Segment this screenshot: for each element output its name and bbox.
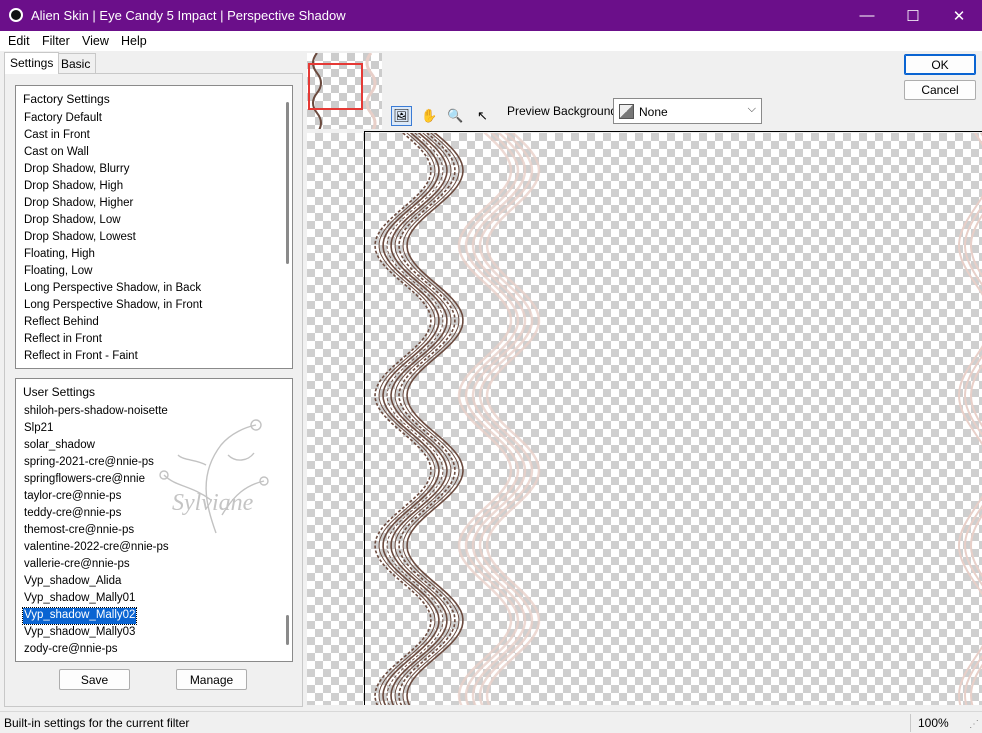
tab-basic[interactable]: Basic — [55, 53, 97, 74]
watermark-logo: Sylviane — [159, 419, 269, 534]
menu-bar: Edit Filter View Help — [0, 31, 982, 51]
navigator-viewport-box[interactable] — [308, 63, 363, 110]
factory-setting-list-item[interactable]: Drop Shadow, Lowest — [23, 230, 137, 246]
title-bar: Alien Skin | Eye Candy 5 Impact | Perspe… — [0, 0, 982, 31]
factory-setting-list-item[interactable]: Reflect in Front — [23, 332, 103, 348]
factory-setting-list-item[interactable]: Long Perspective Shadow, in Front — [23, 298, 203, 314]
zoom-icon: 🔍 — [447, 108, 464, 123]
factory-setting-list-item[interactable]: Reflect Behind — [23, 315, 100, 331]
settings-panel: Factory Settings Factory Default Cast in … — [4, 73, 303, 707]
menu-view[interactable]: View — [82, 34, 109, 48]
factory-setting-list-item[interactable]: Drop Shadow, Blurry — [23, 162, 130, 178]
cancel-button[interactable]: Cancel — [904, 80, 976, 100]
ok-button[interactable]: OK — [904, 54, 976, 75]
menu-edit[interactable]: Edit — [8, 34, 30, 48]
factory-setting-list-item[interactable]: Cast in Front — [23, 128, 91, 144]
factory-setting-list-item[interactable]: Long Perspective Shadow, in Back — [23, 281, 202, 297]
factory-setting-list-item[interactable]: Drop Shadow, Low — [23, 213, 122, 229]
user-setting-list-item[interactable]: springflowers-cre@nnie — [23, 472, 146, 488]
user-setting-list-item[interactable]: Vyp_shadow_Alida — [23, 574, 122, 590]
user-setting-list-item[interactable]: Vyp_shadow_Mally02 — [21, 607, 138, 625]
factory-list-scrollbar[interactable] — [286, 102, 289, 264]
user-setting-list-item[interactable]: vallerie-cre@nnie-ps — [23, 557, 131, 573]
maximize-button[interactable]: ☐ — [890, 0, 936, 31]
user-setting-list-item[interactable]: Slp21 — [23, 421, 54, 437]
user-setting-list-item[interactable]: Vyp_shadow_Mally01 — [23, 591, 136, 607]
factory-settings-list[interactable]: Factory Settings Factory Default Cast in … — [15, 85, 293, 369]
preview-top-edge — [364, 131, 982, 132]
user-setting-list-item[interactable]: zody-cre@nnie-ps — [23, 642, 119, 658]
preview-background-select[interactable]: None ⌵ — [613, 98, 762, 124]
minimize-button[interactable]: — — [844, 0, 890, 31]
manage-button[interactable]: Manage — [176, 669, 247, 690]
resize-grip-icon[interactable]: ⋰ — [969, 719, 979, 730]
preview-background-label: Preview Background: — [507, 104, 621, 118]
hand-icon: ✋ — [421, 108, 438, 123]
factory-settings-header: Factory Settings — [23, 92, 110, 106]
user-setting-list-item[interactable]: themost-cre@nnie-ps — [23, 523, 135, 539]
save-button[interactable]: Save — [59, 669, 130, 690]
user-list-scrollbar[interactable] — [286, 615, 289, 645]
navigate-icon: 🖼 — [393, 108, 410, 123]
user-setting-list-item[interactable]: taylor-cre@nnie-ps — [23, 489, 122, 505]
status-separator — [910, 714, 911, 732]
menu-help[interactable]: Help — [121, 34, 147, 48]
preview-background-value: None — [639, 105, 668, 119]
user-setting-list-item[interactable]: solar_shadow — [23, 438, 96, 454]
navigate-tool[interactable]: 🖼 — [391, 106, 412, 126]
factory-setting-list-item[interactable]: Drop Shadow, Higher — [23, 196, 134, 212]
watermark-signature: Sylviane — [172, 490, 254, 516]
pointer-icon: ↖ — [477, 108, 488, 123]
close-button[interactable]: ✕ — [936, 0, 982, 31]
status-bar: Built-in settings for the current filter… — [0, 711, 982, 733]
user-settings-list[interactable]: User Settings shiloh-pers-shadow-noisett… — [15, 378, 293, 662]
factory-setting-list-item[interactable]: Drop Shadow, High — [23, 179, 124, 195]
window-title: Alien Skin | Eye Candy 5 Impact | Perspe… — [31, 8, 346, 23]
menu-filter[interactable]: Filter — [42, 34, 70, 48]
factory-setting-list-item[interactable]: Reflect in Front - Faint — [23, 349, 139, 365]
user-setting-list-item[interactable]: Vyp_shadow_Mally03 — [23, 625, 136, 641]
background-swatch-icon — [619, 104, 634, 119]
user-setting-list-item[interactable]: teddy-cre@nnie-ps — [23, 506, 122, 522]
factory-setting-list-item[interactable]: Floating, High — [23, 247, 96, 263]
factory-setting-list-item[interactable]: Factory Default — [23, 111, 103, 127]
zoom-tool[interactable]: 🔍 — [445, 106, 466, 126]
preview-image — [374, 133, 982, 705]
preview-canvas[interactable] — [307, 133, 982, 705]
alien-skin-icon — [9, 8, 23, 22]
preview-left-edge — [364, 131, 365, 705]
factory-setting-list-item[interactable]: Cast on Wall — [23, 145, 90, 161]
factory-setting-list-item[interactable]: Floating, Low — [23, 264, 93, 280]
user-settings-header: User Settings — [23, 385, 96, 399]
tab-settings[interactable]: Settings — [4, 52, 60, 74]
chevron-down-icon: ⌵ — [747, 103, 756, 115]
status-text: Built-in settings for the current filter — [4, 716, 190, 730]
pointer-tool[interactable]: ↖ — [472, 106, 493, 126]
hand-tool[interactable]: ✋ — [419, 106, 440, 126]
navigator-thumbnail[interactable] — [307, 53, 382, 129]
zoom-level: 100% — [918, 716, 949, 730]
